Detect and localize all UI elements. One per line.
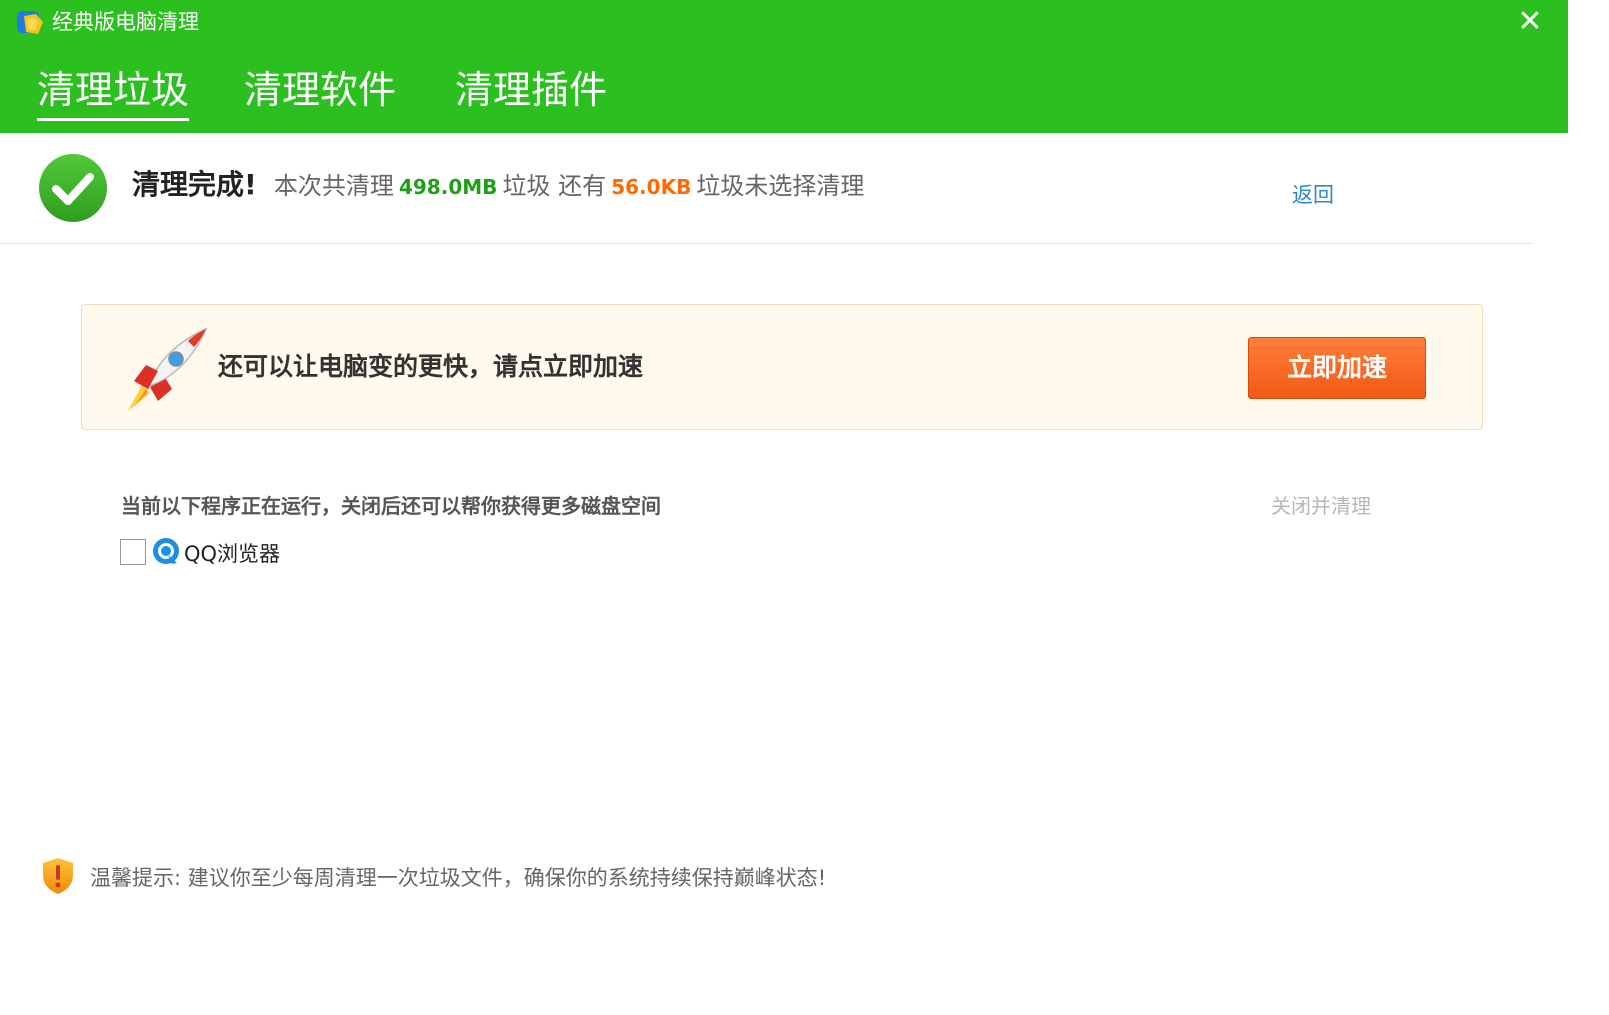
summary-middle: 垃圾 还有 <box>502 172 607 200</box>
cleaned-amount: 498.0MB <box>398 175 498 199</box>
warning-shield-icon <box>43 858 73 894</box>
title-bar: 经典版电脑清理 ✕ 清理垃圾 清理软件 清理插件 <box>0 0 1568 133</box>
back-link[interactable]: 返回 <box>1292 179 1334 209</box>
tab-clean-plugins[interactable]: 清理插件 <box>455 64 607 116</box>
cleaner-window: 经典版电脑清理 ✕ 清理垃圾 清理软件 清理插件 清理完成! 本次共清理 498… <box>0 0 1568 990</box>
qq-browser-icon <box>153 538 179 564</box>
rocket-icon <box>128 327 208 411</box>
summary-prefix: 本次共清理 <box>273 172 394 200</box>
speed-up-button[interactable]: 立即加速 <box>1248 337 1426 399</box>
tab-clean-software[interactable]: 清理软件 <box>244 64 396 116</box>
check-circle-icon <box>39 154 107 222</box>
window-title: 经典版电脑清理 <box>52 10 199 34</box>
tab-clean-junk[interactable]: 清理垃圾 <box>37 64 190 121</box>
program-checkbox[interactable] <box>120 539 146 565</box>
result-text: 清理完成! 本次共清理 498.0MB 垃圾 还有 56.0KB 垃圾未选择清理 <box>132 163 864 211</box>
remaining-amount: 56.0KB <box>611 175 692 199</box>
done-label: 清理完成! <box>132 168 257 201</box>
tip-text: 温馨提示: 建议你至少每周清理一次垃圾文件，确保你的系统持续保持巅峰状态! <box>90 866 827 890</box>
result-summary: 清理完成! 本次共清理 498.0MB 垃圾 还有 56.0KB 垃圾未选择清理… <box>0 133 1532 244</box>
speedup-banner: 还可以让电脑变的更快，请点立即加速 立即加速 <box>81 304 1483 430</box>
close-button[interactable]: ✕ <box>1512 6 1548 38</box>
running-programs-label: 当前以下程序正在运行，关闭后还可以帮你获得更多磁盘空间 <box>121 494 661 518</box>
promo-text: 还可以让电脑变的更快，请点立即加速 <box>218 352 644 381</box>
broom-app-icon <box>17 11 43 34</box>
summary-suffix: 垃圾未选择清理 <box>696 172 865 200</box>
program-name: QQ浏览器 <box>184 542 281 566</box>
close-and-clean-button[interactable]: 关闭并清理 <box>1271 490 1371 519</box>
